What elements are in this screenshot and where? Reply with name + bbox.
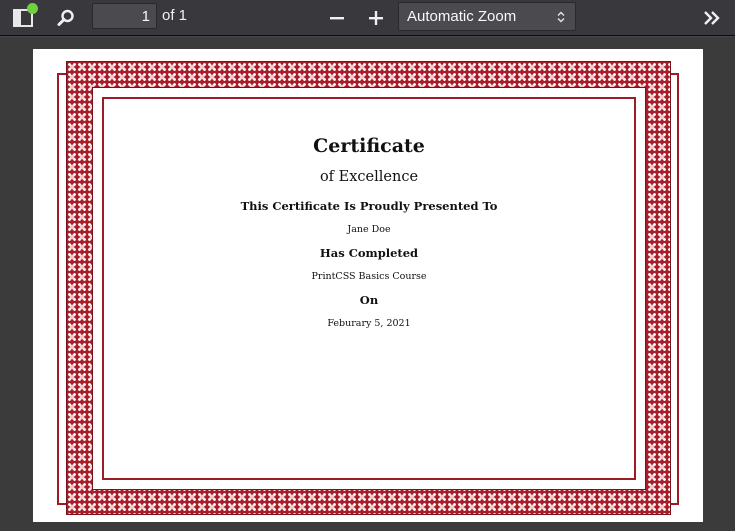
course-name: PrintCSS Basics Course	[311, 271, 427, 282]
patterned-border-frame: Certificate of Excellence This Certifica…	[66, 61, 671, 515]
minus-icon	[330, 17, 344, 20]
select-arrows-icon	[557, 11, 565, 23]
presented-to-label: This Certificate Is Proudly Presented To	[240, 199, 498, 213]
zoom-select-value: Automatic Zoom	[407, 8, 517, 25]
page-number-input[interactable]	[92, 3, 157, 29]
page-count-label: of 1	[162, 7, 188, 24]
plus-icon	[369, 11, 383, 25]
pdf-page: Certificate of Excellence This Certifica…	[33, 49, 703, 522]
on-label: On	[359, 293, 379, 307]
double-chevron-right-icon	[704, 11, 720, 25]
certificate-title: Certificate	[313, 135, 425, 157]
certificate-subtitle: of Excellence	[319, 169, 419, 185]
notification-dot	[27, 3, 38, 14]
zoom-select[interactable]: Automatic Zoom	[398, 2, 576, 31]
certificate-panel: Certificate of Excellence This Certifica…	[92, 87, 646, 490]
completion-date: Feburary 5, 2021	[327, 318, 411, 329]
search-icon	[57, 9, 74, 26]
certificate-inner-border: Certificate of Excellence This Certifica…	[102, 97, 636, 480]
recipient-name: Jane Doe	[347, 224, 391, 235]
zoom-out-button[interactable]	[323, 4, 351, 32]
find-button[interactable]	[52, 4, 80, 32]
document-viewer[interactable]: Certificate of Excellence This Certifica…	[0, 37, 735, 531]
has-completed-label: Has Completed	[319, 246, 419, 260]
tools-menu-button[interactable]	[698, 4, 726, 32]
pdf-toolbar: of 1 Automatic Zoom	[0, 0, 735, 36]
zoom-in-button[interactable]	[362, 4, 390, 32]
